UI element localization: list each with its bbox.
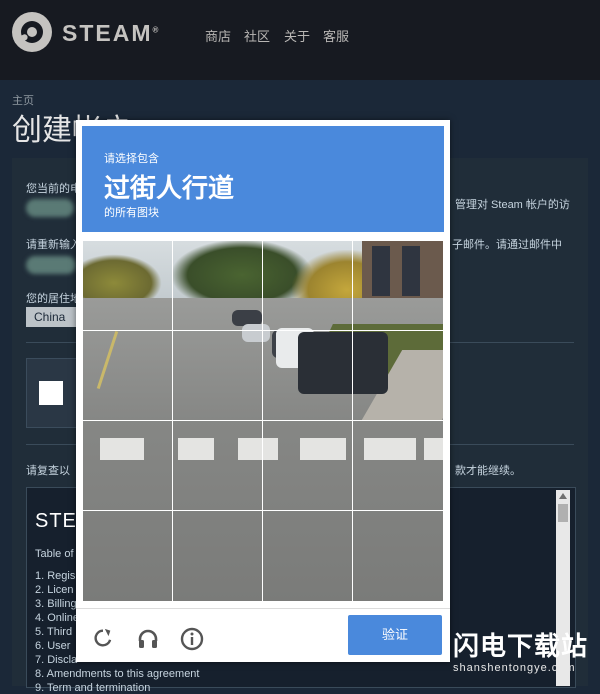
captcha-tile[interactable]: [262, 240, 353, 331]
continue-text: 款才能继续。: [455, 465, 521, 477]
scroll-up-icon[interactable]: [559, 493, 567, 499]
email-redacted: [26, 199, 74, 217]
reload-icon[interactable]: [92, 627, 114, 653]
terms-item: 6. User: [35, 640, 71, 652]
manage-access-text: 管理对 Steam 帐户的访: [455, 199, 570, 211]
captcha-tile[interactable]: [352, 240, 444, 331]
terms-item: 5. Third: [35, 626, 73, 638]
nav-community[interactable]: 社区: [244, 26, 270, 45]
reenter-email-label: 请重新输入: [26, 239, 81, 251]
captcha-tile[interactable]: [82, 330, 173, 421]
verify-button[interactable]: 验证: [348, 615, 442, 655]
captcha-tile[interactable]: [82, 420, 173, 511]
mail-confirm-text: 子邮件。请通过邮件中: [452, 239, 562, 251]
audio-icon[interactable]: [136, 627, 160, 655]
captcha-instruction: 请选择包含: [104, 153, 159, 165]
captcha-footer: 验证: [76, 608, 450, 663]
captcha-header: 请选择包含 过街人行道 的所有图块: [82, 126, 444, 232]
captcha-tile[interactable]: [172, 510, 263, 602]
captcha-dialog: 请选择包含 过街人行道 的所有图块 验证: [76, 120, 450, 662]
watermark-title: 闪电下载站: [453, 631, 589, 661]
captcha-tile[interactable]: [172, 240, 263, 331]
terms-item: 2. Licen: [35, 584, 74, 596]
steam-logo-icon[interactable]: [12, 12, 52, 52]
scroll-thumb[interactable]: [558, 504, 568, 522]
terms-item: 3. Billing: [35, 598, 77, 610]
captcha-target: 过街人行道: [104, 173, 235, 203]
watermark: 闪电下载站 shanshentongye.com: [447, 626, 600, 686]
captcha-tile[interactable]: [352, 330, 444, 421]
captcha-tile[interactable]: [82, 510, 173, 602]
captcha-tile[interactable]: [262, 330, 353, 421]
captcha-tile[interactable]: [352, 510, 444, 602]
captcha-tile[interactable]: [352, 420, 444, 511]
terms-toc-heading: Table of: [35, 548, 74, 560]
nav-about[interactable]: 关于: [284, 26, 310, 45]
watermark-url: shanshentongye.com: [453, 662, 576, 674]
captcha-tile[interactable]: [82, 240, 173, 331]
review-terms-text: 请复查以: [26, 465, 70, 477]
terms-item: 9. Term and termination: [35, 682, 151, 694]
captcha-tile[interactable]: [172, 330, 263, 421]
reenter-email-redacted[interactable]: [26, 256, 76, 274]
nav-store[interactable]: 商店: [205, 26, 231, 45]
nav-support[interactable]: 客服: [323, 26, 349, 45]
current-email-label: 您当前的电: [26, 183, 81, 195]
checkbox-icon[interactable]: [39, 381, 63, 405]
info-icon[interactable]: [180, 627, 204, 655]
terms-item: 7. Discla: [35, 654, 78, 666]
captcha-instruction-tail: 的所有图块: [104, 207, 159, 219]
captcha-tile[interactable]: [262, 510, 353, 602]
steam-wordmark[interactable]: STEAM®: [62, 20, 158, 47]
top-bar: STEAM® 商店 社区 关于 客服: [0, 0, 600, 80]
captcha-tile[interactable]: [262, 420, 353, 511]
terms-item: 8. Amendments to this agreement: [35, 668, 200, 680]
terms-item: 4. Online: [35, 612, 80, 624]
terms-item: 1. Regis: [35, 570, 76, 582]
captcha-tile[interactable]: [172, 420, 263, 511]
country-label: 您的居住地: [26, 293, 81, 305]
